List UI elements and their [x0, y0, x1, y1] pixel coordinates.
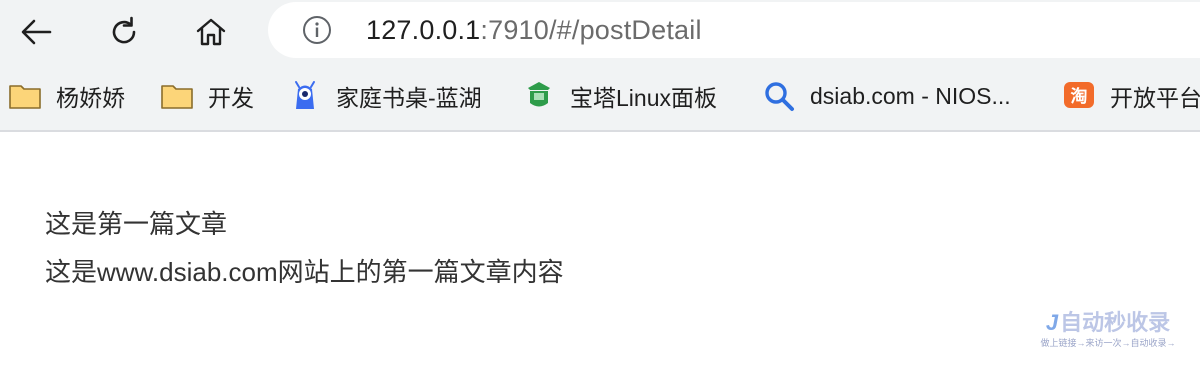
arrow-left-icon — [21, 19, 52, 45]
bookmark-label: 宝塔Linux面板 — [570, 85, 717, 111]
post-body: 这是www.dsiab.com网站上的第一篇文章内容 — [45, 257, 564, 287]
reload-icon — [112, 16, 136, 44]
watermark-title: J 自动秒收录 — [1028, 310, 1188, 336]
home-button[interactable] — [189, 10, 233, 54]
address-bar[interactable]: 127.0.0.1:7910/#/postDetail — [268, 2, 1200, 58]
bookmark-folder-dev[interactable]: 开发 — [160, 78, 254, 114]
bookmark-label: 家庭书桌-蓝湖 — [336, 85, 482, 111]
bookmark-label: 开放平台 — [1110, 85, 1200, 111]
watermark: J 自动秒收录 做上链接→来访一次→自动收录→ — [1028, 310, 1188, 354]
watermark-main-text: 自动秒收录 — [1060, 310, 1171, 335]
watermark-logo: J — [1045, 310, 1059, 335]
baota-icon — [522, 79, 556, 113]
info-icon[interactable] — [302, 15, 332, 45]
post-title: 这是第一篇文章 — [45, 209, 228, 239]
bookmarks-bar: 杨娇娇 开发 家庭书桌-蓝湖 宝塔Linux面板 dsiab.com - NIO… — [0, 64, 1200, 132]
url-path: :7910/#/postDetail — [480, 15, 702, 45]
bookmark-label: 开发 — [208, 85, 254, 111]
browser-toolbar: 127.0.0.1:7910/#/postDetail — [0, 0, 1200, 64]
folder-icon — [8, 79, 42, 113]
watermark-subtitle: 做上链接→来访一次→自动收录→ — [1040, 338, 1176, 348]
post-detail: 这是第一篇文章 这是www.dsiab.com网站上的第一篇文章内容 — [45, 200, 564, 296]
bookmark-open-platform[interactable]: 淘 开放平台 — [1062, 78, 1200, 114]
taobao-icon: 淘 — [1062, 79, 1096, 113]
home-icon — [196, 18, 226, 46]
bookmark-label: dsiab.com - NIOS... — [810, 82, 1011, 109]
bookmark-baota[interactable]: 宝塔Linux面板 — [522, 78, 717, 114]
bookmark-dsiab[interactable]: dsiab.com - NIOS... — [762, 78, 1011, 114]
bookmark-lanhu[interactable]: 家庭书桌-蓝湖 — [288, 78, 482, 114]
folder-icon — [160, 79, 194, 113]
lanhu-icon — [288, 79, 322, 113]
magnifier-icon — [762, 79, 796, 113]
reload-button[interactable] — [102, 10, 146, 54]
svg-text:淘: 淘 — [1071, 86, 1088, 107]
url-text[interactable]: 127.0.0.1:7910/#/postDetail — [366, 15, 702, 45]
bookmark-label: 杨娇娇 — [56, 85, 125, 111]
bookmark-folder-yang[interactable]: 杨娇娇 — [8, 78, 125, 114]
url-host: 127.0.0.1 — [366, 15, 481, 45]
back-button[interactable] — [14, 10, 58, 54]
